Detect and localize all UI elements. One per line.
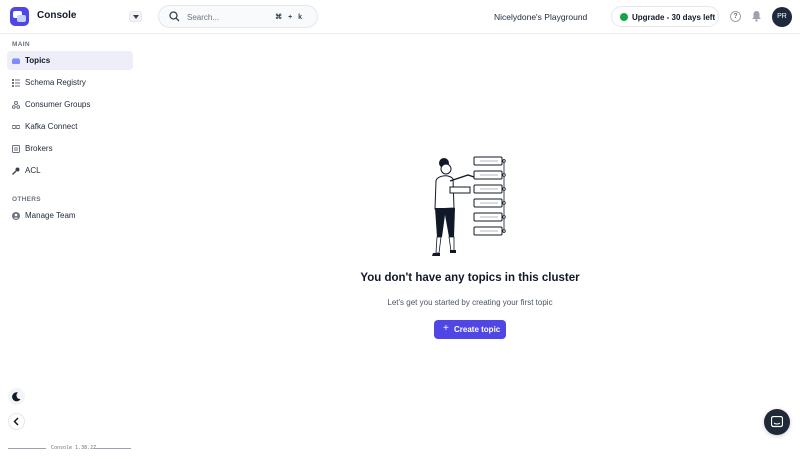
sidebar-item-label: Consumer Groups: [25, 100, 91, 109]
support-chat-button[interactable]: [764, 409, 790, 435]
divider: [93, 448, 131, 449]
help-icon[interactable]: ?: [730, 11, 741, 22]
sidebar-item-label: Schema Registry: [25, 78, 86, 87]
bell-icon[interactable]: [751, 10, 762, 22]
connect-icon: [12, 125, 20, 129]
workspace-name[interactable]: Nicelydone's Playground: [494, 12, 587, 22]
search-icon: [169, 11, 180, 22]
consumer-groups-icon: [12, 101, 20, 109]
empty-state-illustration: [432, 156, 506, 256]
brokers-icon: [12, 145, 20, 153]
sidebar-item-label: Brokers: [25, 144, 53, 153]
moon-icon: [12, 392, 21, 402]
section-others: OTHERS: [12, 196, 41, 203]
user-icon: [12, 212, 20, 220]
sidebar-item-label: ACL: [25, 166, 41, 175]
topics-icon: [12, 58, 20, 64]
sidebar-item-schema-registry[interactable]: Schema Registry: [7, 73, 133, 92]
sidebar-item-brokers[interactable]: Brokers: [7, 139, 133, 158]
avatar[interactable]: PR: [772, 7, 792, 27]
status-dot-icon: [620, 13, 628, 21]
sidebar-item-acl[interactable]: ACL: [7, 161, 133, 180]
console-logo-icon[interactable]: [10, 7, 29, 26]
create-topic-button[interactable]: + Create topic: [434, 320, 506, 339]
sidebar-item-label: Manage Team: [25, 211, 76, 220]
create-topic-label: Create topic: [454, 325, 501, 334]
chat-icon: [771, 416, 783, 428]
sidebar-item-topics[interactable]: Topics: [7, 51, 133, 70]
sidebar-item-kafka-connect[interactable]: Kafka Connect: [7, 117, 133, 136]
app-title: Console: [37, 10, 77, 21]
sidebar-item-label: Kafka Connect: [25, 122, 78, 131]
app-switch-button[interactable]: [129, 11, 142, 22]
search-shortcut: ⌘ + k: [275, 14, 304, 21]
search-input[interactable]: Search... ⌘ + k: [158, 5, 318, 28]
empty-state-title: You don't have any topics in this cluste…: [360, 272, 580, 284]
upgrade-label: Upgrade - 30 days left: [632, 13, 716, 22]
top-bar: Console Search... ⌘ + k Nicelydone's Pla…: [0, 0, 800, 34]
plus-icon: +: [443, 323, 449, 334]
section-main: MAIN: [12, 41, 30, 48]
collapse-sidebar-button[interactable]: [8, 413, 25, 430]
search-placeholder: Search...: [187, 13, 220, 22]
divider: [8, 448, 46, 449]
sidebar-item-label: Topics: [25, 56, 51, 65]
upgrade-button[interactable]: Upgrade - 30 days left: [611, 6, 719, 27]
theme-toggle-button[interactable]: [8, 388, 25, 405]
sidebar-item-manage-team[interactable]: Manage Team: [7, 206, 133, 225]
chevron-down-icon: [133, 15, 139, 19]
empty-state-subtitle: Let's get you started by creating your f…: [387, 298, 553, 307]
key-icon: [12, 167, 20, 175]
chevron-left-icon: [13, 417, 19, 426]
sidebar-item-consumer-groups[interactable]: Consumer Groups: [7, 95, 133, 114]
version-label: Console 1.38.27: [51, 445, 97, 451]
schema-icon: [12, 79, 20, 87]
